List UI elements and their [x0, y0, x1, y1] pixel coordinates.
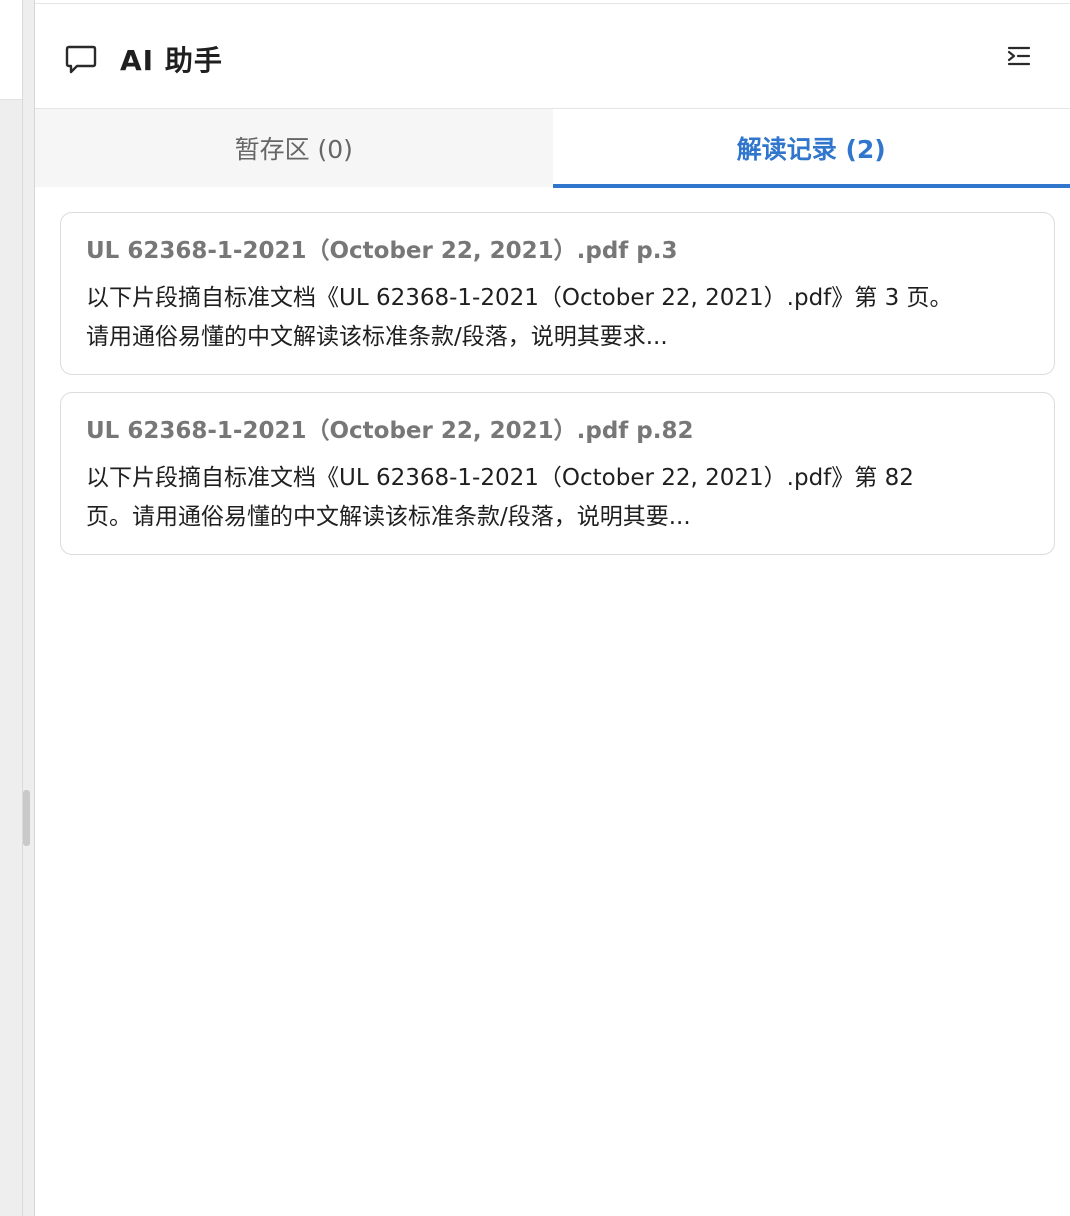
record-excerpt-line: 以下片段摘自标准文档《UL 62368-1-2021（October 22, 2… — [86, 285, 953, 311]
record-excerpt-line: 页。请用通俗易懂的中文解读该标准条款/段落，说明其要... — [86, 504, 691, 530]
record-card[interactable]: UL 62368-1-2021（October 22, 2021）.pdf p.… — [60, 392, 1055, 555]
record-excerpt-line: 请用通俗易懂的中文解读该标准条款/段落，说明其要求... — [86, 324, 668, 350]
panel-resize-handle[interactable] — [23, 790, 30, 846]
record-excerpt: 以下片段摘自标准文档《UL 62368-1-2021（October 22, 2… — [86, 459, 1029, 537]
panel-title: AI 助手 — [120, 44, 223, 77]
panel-tabs: 暂存区 (0) 解读记录 (2) — [35, 109, 1070, 188]
main-content-edge — [0, 0, 34, 1216]
record-excerpt-line: 以下片段摘自标准文档《UL 62368-1-2021（October 22, 2… — [86, 465, 914, 491]
tab-interpretation-records[interactable]: 解读记录 (2) — [552, 109, 1070, 188]
record-title: UL 62368-1-2021（October 22, 2021）.pdf p.… — [86, 418, 694, 444]
panel-header: AI 助手 — [35, 4, 1070, 109]
tab-staging-area[interactable]: 暂存区 (0) — [35, 109, 553, 187]
record-card[interactable]: UL 62368-1-2021（October 22, 2021）.pdf p.… — [60, 212, 1055, 375]
record-title: UL 62368-1-2021（October 22, 2021）.pdf p.… — [86, 238, 678, 264]
chat-bubble-icon — [65, 45, 97, 74]
divider — [22, 0, 23, 1216]
records-list: UL 62368-1-2021（October 22, 2021）.pdf p.… — [60, 212, 1055, 572]
main-content-header-edge — [0, 0, 22, 100]
collapse-panel-icon[interactable] — [1006, 44, 1032, 68]
app-root: AI 助手 暂存区 (0) 解读记录 (2) UL 62368-1-2021（O… — [0, 0, 1070, 1216]
record-excerpt: 以下片段摘自标准文档《UL 62368-1-2021（October 22, 2… — [86, 279, 1029, 357]
ai-assistant-panel: AI 助手 暂存区 (0) 解读记录 (2) UL 62368-1-2021（O… — [34, 0, 1070, 1216]
